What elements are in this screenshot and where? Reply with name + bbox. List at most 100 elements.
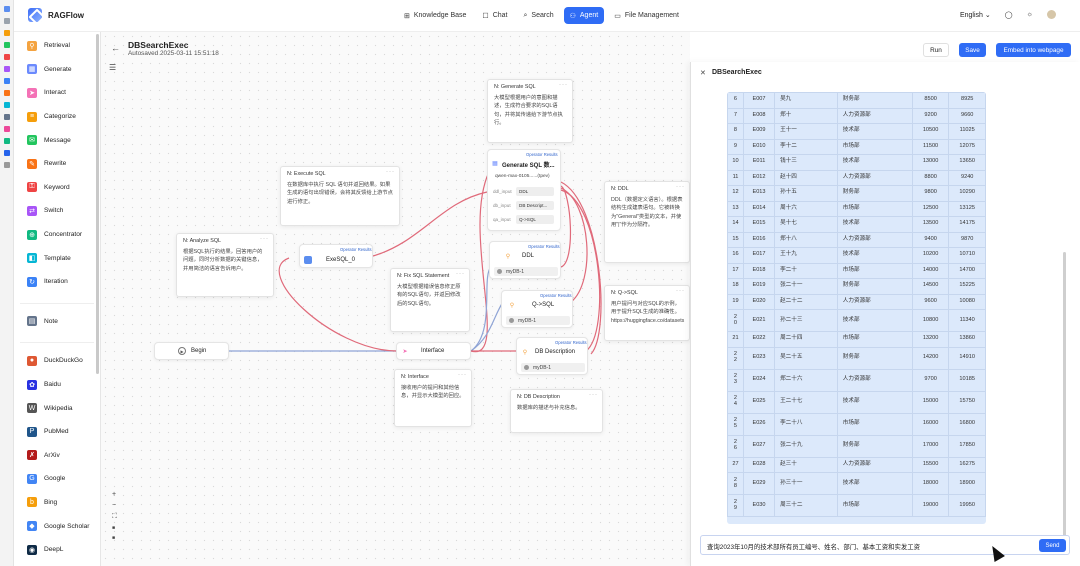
rail-icon[interactable] xyxy=(3,54,10,60)
table-cell: 市场部 xyxy=(836,331,913,348)
note-ddl[interactable]: ··· N: DDL DDL（数据定义语言）。根据表结构生成建表语句。它被转换为… xyxy=(604,181,690,263)
sidebar-item-deepl[interactable]: ◉ DeepL xyxy=(14,538,100,562)
sidebar-item-google-scholar[interactable]: ◆ Google Scholar xyxy=(14,514,100,538)
sidebar-item-baidu[interactable]: ✿ Baidu xyxy=(14,373,100,397)
rail-icon[interactable] xyxy=(3,18,10,24)
sidebar-scrollbar[interactable] xyxy=(96,34,99,374)
sidebar-item-note[interactable]: ▤ Note xyxy=(14,310,100,334)
note-db-description[interactable]: ··· N: DB Description 数据库的描述与补充信息。 xyxy=(510,389,603,433)
node-interface[interactable]: ➤ Interface xyxy=(396,342,471,360)
ragflow-logo-icon xyxy=(28,8,42,22)
table-cell: 财务部 xyxy=(836,346,913,370)
sidebar-item-rewrite[interactable]: ✎ Rewrite xyxy=(14,152,100,176)
note-interface[interactable]: ··· N: Interface 接收用户的提问和其他信息，并显示大模型的回应。 xyxy=(394,369,472,427)
rail-icon[interactable] xyxy=(3,102,10,108)
table-cell: 周十六 xyxy=(774,200,838,217)
more-icon[interactable]: ··· xyxy=(260,236,269,242)
table-row: 6 E007 吴九 财务部 8500 8925 xyxy=(727,92,986,109)
rail-icon[interactable] xyxy=(3,90,10,96)
note-qsql[interactable]: ··· N: Q->SQL 用户提问与对应SQL的示例，用于提升SQL生成的准确… xyxy=(604,285,690,341)
fit-view-button[interactable]: ⛶ xyxy=(112,513,117,521)
node-qsql[interactable]: Operator Results ⚲ Q->SQL myDB-1 xyxy=(501,290,573,328)
close-icon[interactable]: ✕ xyxy=(700,69,706,77)
sidebar-item-concentrator[interactable]: ⊕ Concentrator xyxy=(14,223,100,247)
panel-scrollbar[interactable] xyxy=(1063,252,1066,552)
sidebar-item-keyword[interactable]: ⚿ Keyword xyxy=(14,176,100,200)
sidebar-item-iteration[interactable]: ↻ Iteration xyxy=(14,270,100,294)
sidebar-item-bing[interactable]: b Bing xyxy=(14,491,100,515)
sidebar-item-interact[interactable]: ➤ Interact xyxy=(14,81,100,105)
user-avatar[interactable] xyxy=(1047,10,1056,19)
rail-icon[interactable] xyxy=(3,162,10,168)
edge-exesql-interface xyxy=(278,257,397,352)
rail-icon[interactable] xyxy=(3,42,10,48)
node-db-description[interactable]: Operator Results ⚲ DB Description myDB-1 xyxy=(516,337,588,375)
send-button[interactable]: Send xyxy=(1039,539,1066,552)
node-exesql[interactable]: Operator Results ExeSQL_0 xyxy=(299,244,373,268)
rail-icon[interactable] xyxy=(3,114,10,120)
zoom-controls: + − ⛶ ■ ■ xyxy=(112,491,117,541)
table-cell: 2 2 xyxy=(727,346,744,370)
rail-icon[interactable] xyxy=(3,138,10,144)
table-cell: 10290 xyxy=(948,185,986,202)
sidebar-item-wikipedia[interactable]: W Wikipedia xyxy=(14,396,100,420)
more-icon[interactable]: ··· xyxy=(589,392,598,398)
app-rail xyxy=(0,0,14,566)
rail-icon[interactable] xyxy=(3,78,10,84)
nav-file-management[interactable]: ▭ File Management xyxy=(608,7,685,24)
app-logo[interactable]: RAGFlow xyxy=(28,8,84,22)
sidebar-item-categorize[interactable]: ≡ Categorize xyxy=(14,105,100,129)
sidebar-item-duckduckgo[interactable]: ● DuckDuckGo xyxy=(14,349,100,373)
rail-icon[interactable] xyxy=(3,126,10,132)
more-icon[interactable]: ··· xyxy=(676,184,685,190)
more-icon[interactable]: ··· xyxy=(559,82,568,88)
nav-search[interactable]: ⌕ Search xyxy=(518,7,560,24)
nav-knowledge-base[interactable]: ⊞ Knowledge Base xyxy=(398,7,472,24)
language-select[interactable]: English ⌄ xyxy=(960,11,991,19)
zoom-in-button[interactable]: + xyxy=(112,491,117,498)
more-icon[interactable]: ··· xyxy=(386,169,395,175)
rail-icon[interactable] xyxy=(3,30,10,36)
node-begin[interactable]: ▶ Begin xyxy=(154,342,229,360)
sidebar-item-pubmed[interactable]: P PubMed xyxy=(14,420,100,444)
rail-icon[interactable] xyxy=(3,6,10,12)
more-icon[interactable]: ··· xyxy=(676,288,685,294)
table-cell: 14200 xyxy=(911,346,950,370)
table-cell: 10710 xyxy=(948,247,986,264)
run-button[interactable]: Run xyxy=(923,43,949,57)
flow-canvas[interactable]: ← DBSearchExec Autosaved 2025-03-11 15:5… xyxy=(101,32,1071,566)
lock-icon[interactable]: ■ xyxy=(112,525,117,531)
sidebar-item-arxiv[interactable]: ✗ ArXiv xyxy=(14,444,100,468)
chat-input[interactable]: 查询2023年10月的技术部所有员工编号、姓名、部门、基本工资和实发工资 Sen… xyxy=(700,535,1070,555)
embed-button[interactable]: Embed into webpage xyxy=(996,43,1071,57)
note-generate-sql[interactable]: ··· N: Generate SQL 大模型根据用户的意图和描述，生成符合要求… xyxy=(487,79,573,143)
save-button[interactable]: Save xyxy=(959,43,986,57)
zoom-out-button[interactable]: − xyxy=(112,502,117,509)
sidebar-item-template[interactable]: ◧ Template xyxy=(14,246,100,270)
table-cell: 19 xyxy=(727,293,744,310)
sidebar-item-generate[interactable]: ▦ Generate xyxy=(14,58,100,82)
note-execute-sql[interactable]: ··· N: Execute SQL 在数据库中执行 SQL 语句并返回结果。如… xyxy=(280,166,400,226)
table-cell: 人力资源部 xyxy=(836,169,913,186)
sidebar-item-message[interactable]: ✉ Message xyxy=(14,128,100,152)
sidebar-item-switch[interactable]: ⇄ Switch xyxy=(14,199,100,223)
node-generate-sql[interactable]: Operator Results ▦ Generate SQL 数... qwe… xyxy=(487,149,561,231)
table-cell: 10185 xyxy=(948,368,986,392)
sidebar-item-google[interactable]: G Google xyxy=(14,467,100,491)
theme-toggle-icon[interactable]: ☼ xyxy=(1027,11,1033,18)
node-ddl[interactable]: Operator Results ⚲ DDL myDB-1 xyxy=(489,241,561,279)
nav-agent[interactable]: ⚇ Agent xyxy=(563,7,605,24)
github-icon[interactable]: ◯ xyxy=(1005,11,1013,19)
sidebar-item-retrieval[interactable]: ⚲ Retrieval xyxy=(14,34,100,58)
note-fix-sql[interactable]: ··· N: Fix SQL Statement 大模型根据错误信息修正原有的S… xyxy=(390,268,470,332)
minimap-icon[interactable]: ■ xyxy=(112,535,117,541)
rail-icon[interactable] xyxy=(3,66,10,72)
table-cell: 6 xyxy=(727,92,744,109)
rail-icon[interactable] xyxy=(3,150,10,156)
more-icon[interactable]: ··· xyxy=(456,271,465,277)
note-analyze-sql[interactable]: ··· N: Analyze SQL 根据SQL执行的结果，回答用户的问题，同时… xyxy=(176,233,274,297)
chat-input-text[interactable]: 查询2023年10月的技术部所有员工编号、姓名、部门、基本工资和实发工资 xyxy=(707,542,920,551)
nav-chat[interactable]: ☐ Chat xyxy=(476,7,513,24)
more-icon[interactable]: ··· xyxy=(458,372,467,378)
table-cell: 人力资源部 xyxy=(836,107,913,124)
